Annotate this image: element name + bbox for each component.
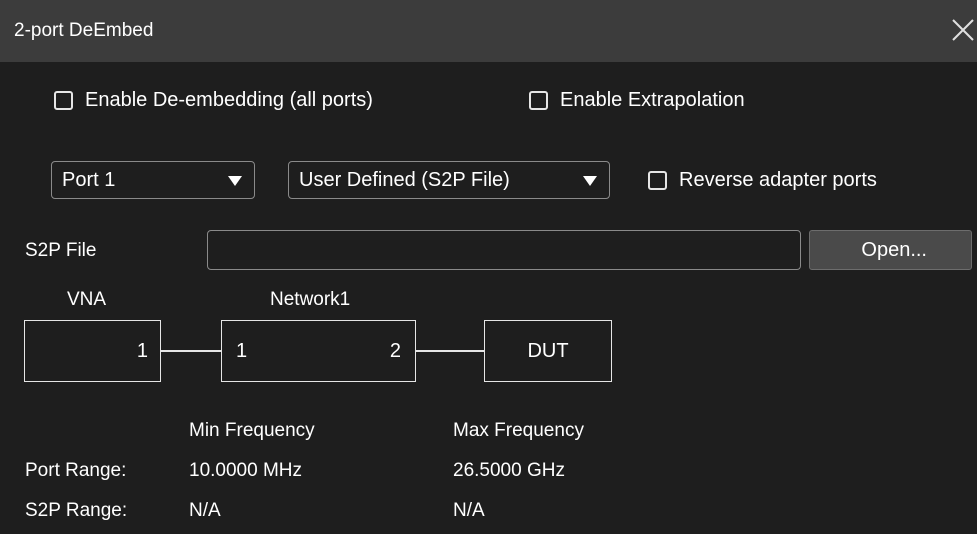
enable-extrapolation-checkbox[interactable] [529,91,548,110]
port-range-min: 10.0000 MHz [189,460,303,481]
enable-deembedding-option[interactable]: Enable De-embedding (all ports) [54,89,373,112]
title-bar[interactable]: 2-port DeEmbed [0,0,977,62]
dut-block: DUT [484,320,612,382]
chevron-down-icon [228,176,242,186]
dut-label: DUT [527,340,569,362]
reverse-adapter-label: Reverse adapter ports [679,169,877,191]
port-range-max: 26.5000 GHz [453,460,565,481]
vna-label: VNA [67,289,107,310]
reverse-adapter-checkbox[interactable] [648,171,667,190]
enable-extrapolation-option[interactable]: Enable Extrapolation [529,89,745,112]
enable-deembedding-checkbox[interactable] [54,91,73,110]
min-frequency-header: Min Frequency [189,420,315,441]
enable-extrapolation-label: Enable Extrapolation [560,89,745,111]
chevron-down-icon [583,176,597,186]
port-select[interactable]: Port 1 [51,161,255,199]
network-port-right: 2 [389,340,401,362]
s2p-file-label: S2P File [25,240,97,261]
port-select-value: Port 1 [62,168,116,191]
s2p-range-min: N/A [189,500,221,521]
vna-port-number: 1 [136,340,148,362]
adapter-type-select[interactable]: User Defined (S2P File) [288,161,610,199]
s2p-range-label: S2P Range: [25,500,128,521]
dialog-title: 2-port DeEmbed [14,20,154,41]
port-range-label: Port Range: [25,460,127,481]
network-label: Network1 [270,289,351,310]
open-button[interactable]: Open... [809,230,972,270]
connector-line [161,350,221,352]
network-port-left: 1 [236,340,248,362]
connector-line [416,350,484,352]
max-frequency-header: Max Frequency [453,420,584,441]
adapter-type-select-value: User Defined (S2P File) [299,168,510,191]
s2p-file-input[interactable] [207,230,801,270]
s2p-range-max: N/A [453,500,485,521]
reverse-adapter-option[interactable]: Reverse adapter ports [648,169,877,192]
network-block: 1 2 [221,320,416,382]
enable-deembedding-label: Enable De-embedding (all ports) [85,89,373,111]
deembed-dialog: 2-port DeEmbed Enable De-embedding (all … [0,0,977,534]
close-icon[interactable] [949,16,977,44]
vna-block: 1 [24,320,161,382]
